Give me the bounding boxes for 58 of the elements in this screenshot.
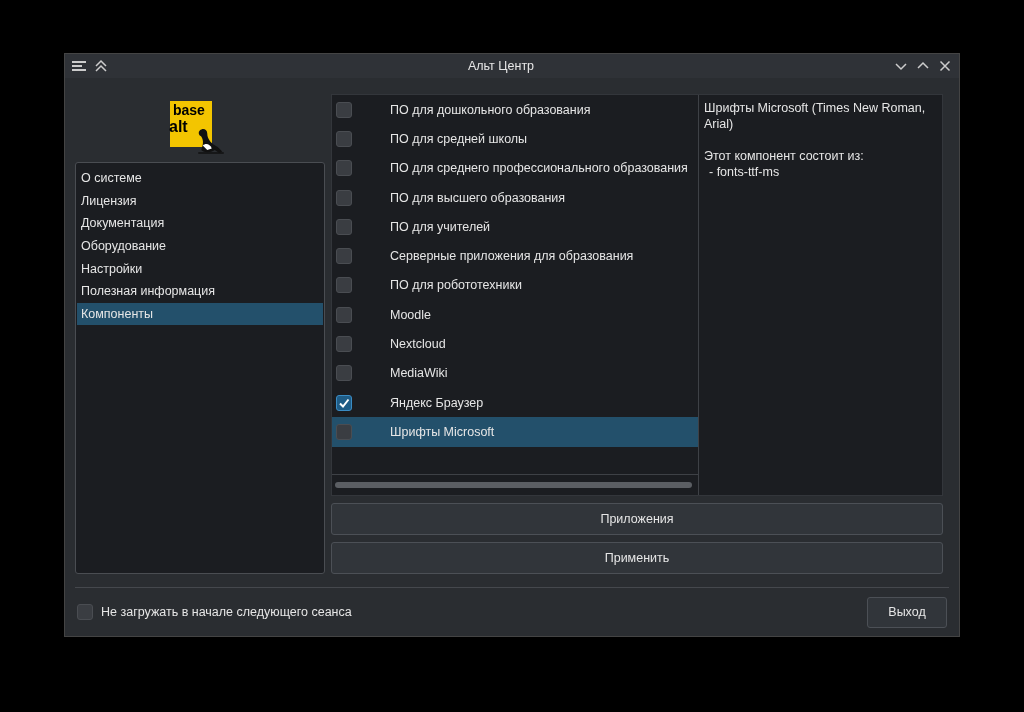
- component-label: ПО для среднего профессионального образования: [390, 161, 688, 176]
- sidebar-item[interactable]: Компоненты: [77, 302, 323, 326]
- component-row[interactable]: Moodle: [332, 300, 698, 330]
- checkbox[interactable]: [336, 130, 352, 147]
- component-label: MediaWiki: [390, 366, 448, 381]
- checkbox[interactable]: [336, 423, 352, 440]
- component-label: Nextcloud: [390, 337, 446, 351]
- menu-icon[interactable]: [71, 58, 87, 74]
- component-row[interactable]: ПО для средней школы: [332, 124, 698, 154]
- checkbox[interactable]: [336, 189, 352, 206]
- checkbox[interactable]: [336, 336, 352, 352]
- component-label: Moodle: [390, 307, 431, 322]
- horizontal-scrollbar[interactable]: [335, 482, 692, 489]
- checkbox[interactable]: [336, 160, 352, 177]
- close-icon[interactable]: [937, 58, 953, 74]
- logo-text: base: [173, 103, 205, 117]
- sidebar-item[interactable]: О системе: [77, 167, 323, 190]
- checkbox[interactable]: [336, 365, 352, 382]
- component-row[interactable]: ПО для учителей: [332, 212, 698, 242]
- component-label: ПО для дошкольного образования: [390, 102, 591, 117]
- action-button[interactable]: Приложения: [331, 503, 943, 536]
- component-label: Серверные приложения для образования: [390, 249, 634, 264]
- exit-button[interactable]: Выход: [867, 596, 947, 628]
- sidebar-item[interactable]: Оборудование: [77, 234, 323, 258]
- component-row[interactable]: Nextcloud: [332, 329, 698, 359]
- component-row[interactable]: Яндекс Браузер: [332, 387, 698, 418]
- component-label: Шрифты Microsoft: [390, 424, 495, 439]
- checkbox[interactable]: [336, 101, 352, 118]
- component-row[interactable]: Серверные приложения для образования: [332, 241, 698, 271]
- checkbox[interactable]: [336, 306, 352, 323]
- component-row[interactable]: ПО для дошкольного образования: [332, 95, 698, 125]
- action-button[interactable]: Применить: [331, 542, 943, 574]
- checkbox-label: Не загружать в начале следующего сеанса: [101, 605, 353, 619]
- component-row[interactable]: ПО для среднего профессионального образования: [332, 153, 698, 183]
- sidebar-item[interactable]: Полезная информация: [77, 279, 323, 303]
- component-row[interactable]: ПО для робототехники: [332, 270, 698, 301]
- component-label: ПО для учителей: [390, 219, 491, 234]
- component-label: ПО для высшего образования: [390, 190, 566, 205]
- component-row[interactable]: ПО для высшего образования: [332, 182, 698, 213]
- description-text: Этот компонент состоит из:: [704, 148, 865, 164]
- component-label: Яндекс Браузер: [390, 395, 484, 410]
- component-label: ПО для робототехники: [390, 278, 522, 293]
- checkbox[interactable]: [77, 604, 93, 620]
- checkbox[interactable]: [336, 218, 352, 235]
- checkbox[interactable]: [336, 394, 352, 411]
- description-title: Шрифты Microsoft (Times New Roman, Arial): [704, 100, 927, 132]
- component-label: ПО для средней школы: [390, 131, 528, 146]
- sidebar-item[interactable]: Настройки: [77, 257, 323, 280]
- component-row[interactable]: Шрифты Microsoft: [332, 417, 698, 447]
- checkbox[interactable]: [336, 248, 352, 265]
- window-title: Альт Центр: [466, 59, 536, 73]
- sidebar-item[interactable]: Документация: [77, 212, 323, 235]
- checkbox[interactable]: [336, 277, 352, 294]
- double-chevron-up-icon[interactable]: [93, 58, 109, 74]
- seal-icon: [196, 126, 226, 156]
- component-row[interactable]: MediaWiki: [332, 358, 698, 388]
- sidebar-item[interactable]: Лицензия: [77, 189, 323, 213]
- package-name: - fonts-ttf-ms: [708, 164, 781, 180]
